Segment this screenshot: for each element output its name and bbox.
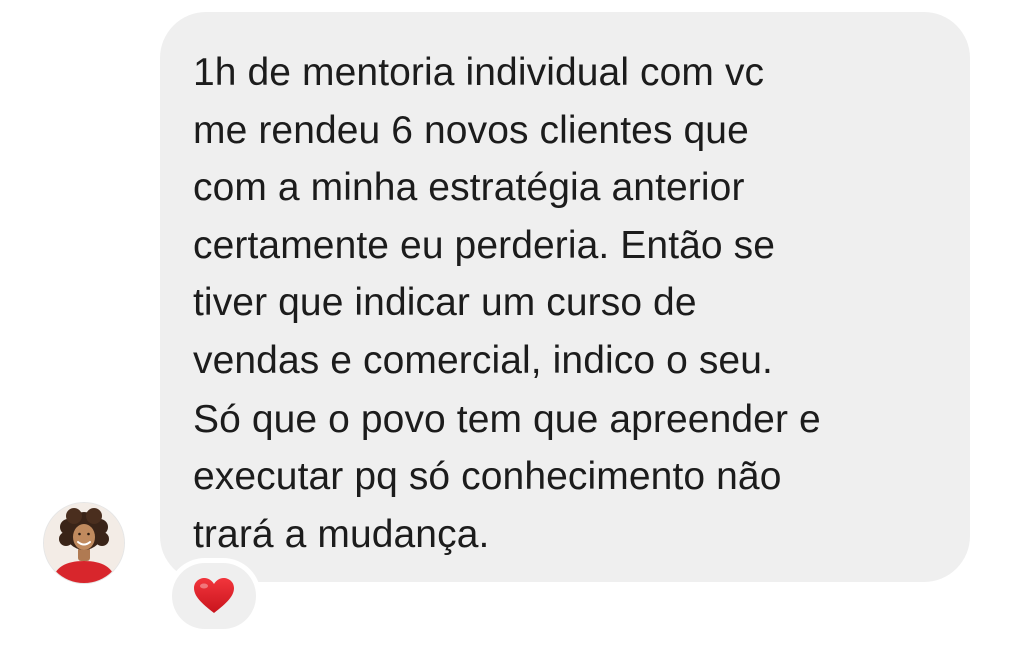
reaction-badge[interactable] (172, 563, 256, 629)
heart-icon (194, 578, 234, 613)
message-line: com a minha estratégia anterior (193, 166, 745, 209)
message-line: executar pq só conhecimento não (193, 455, 782, 498)
message-line: 1h de mentoria individual com vc (193, 51, 765, 94)
message-bubble[interactable]: 1h de mentoria individual com vc me rend… (160, 12, 970, 582)
message-line: tiver que indicar um curso de (193, 281, 697, 324)
profile-photo-icon (44, 503, 124, 583)
message-line: trará a mudança. (193, 513, 490, 556)
chat-screen: 1h de mentoria individual com vc me rend… (0, 0, 1024, 647)
message-line: Só que o povo tem que apreender e (193, 398, 821, 441)
message-line: certamente eu perderia. Então se (193, 224, 776, 267)
sender-avatar[interactable] (44, 503, 124, 583)
message-line: me rendeu 6 novos clientes que (193, 109, 749, 152)
message-line: vendas e comercial, indico o seu. (193, 339, 773, 382)
